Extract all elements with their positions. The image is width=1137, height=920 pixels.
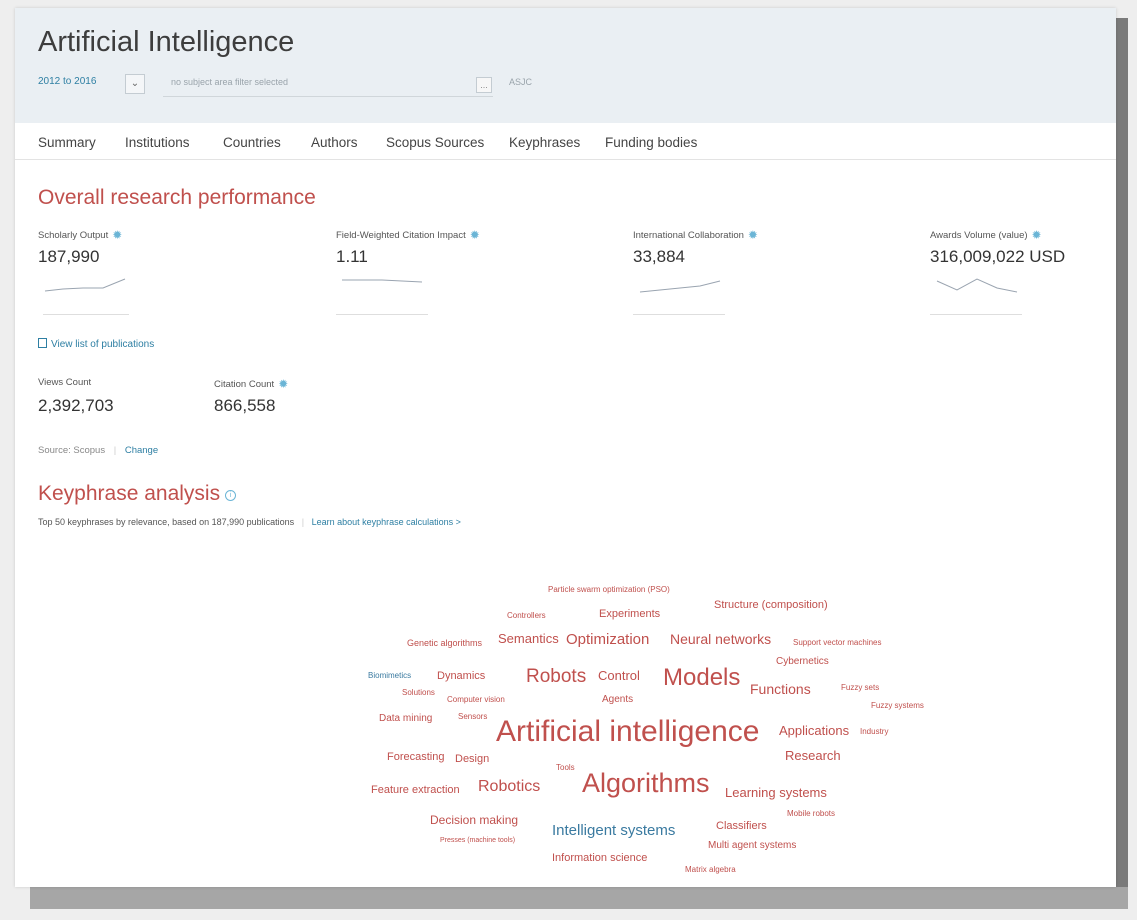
- keyphrase-word[interactable]: Algorithms: [582, 770, 710, 797]
- tab-authors[interactable]: Authors: [311, 135, 358, 150]
- sparkline-awards-volume: [936, 278, 1018, 293]
- keyphrase-word[interactable]: Classifiers: [716, 821, 767, 832]
- sparkline-divider: [633, 314, 725, 315]
- settings-gear-icon[interactable]: ✹: [278, 377, 288, 391]
- keyphrase-word[interactable]: Decision making: [430, 814, 518, 826]
- tab-summary[interactable]: Summary: [38, 135, 96, 150]
- tab-keyphrases[interactable]: Keyphrases: [509, 135, 580, 150]
- classification-label: ASJC: [509, 77, 533, 87]
- view-publications-link[interactable]: View list of publications: [38, 338, 154, 350]
- keyphrase-word[interactable]: Functions: [750, 682, 811, 696]
- info-icon[interactable]: i: [225, 490, 237, 501]
- metric-label-citation-count: Citation Count ✹: [214, 377, 289, 391]
- keyphrase-word[interactable]: Dynamics: [437, 671, 485, 682]
- keyphrase-word[interactable]: Tools: [556, 764, 575, 772]
- page-shadow-right: [1116, 18, 1128, 898]
- metric-value-citation-count: 866,558: [214, 396, 276, 415]
- keyphrase-word[interactable]: Particle swarm optimization (PSO): [548, 586, 670, 594]
- metric-value-international-collaboration: 33,884: [633, 247, 685, 266]
- metric-label-scholarly-output: Scholarly Output ✹: [38, 228, 123, 242]
- tab-scopus-sources[interactable]: Scopus Sources: [386, 135, 484, 150]
- page-card: Artificial Intelligence 2012 to 2016 ⌄ n…: [15, 8, 1116, 887]
- tab-bar: Summary Institutions Countries Authors S…: [15, 123, 1116, 160]
- keyphrase-word[interactable]: Presses (machine tools): [440, 837, 515, 844]
- keyphrase-word[interactable]: Forecasting: [387, 752, 444, 763]
- keyphrase-word[interactable]: Models: [663, 666, 740, 690]
- separator: |: [113, 445, 117, 456]
- keyphrase-word[interactable]: Artificial intelligence: [496, 717, 759, 747]
- keyphrase-word[interactable]: Fuzzy sets: [841, 684, 879, 692]
- keyphrase-word[interactable]: Multi agent systems: [708, 841, 796, 851]
- tab-institutions[interactable]: Institutions: [125, 135, 190, 150]
- metric-value-awards-volume: 316,009,022 USD: [930, 247, 1066, 266]
- keyphrase-word[interactable]: Agents: [602, 695, 633, 705]
- keyphrase-word[interactable]: Neural networks: [670, 632, 771, 646]
- keyphrase-word[interactable]: Semantics: [498, 632, 559, 645]
- keyphrase-word[interactable]: Structure (composition): [714, 600, 828, 611]
- keyphrase-word[interactable]: Robotics: [478, 779, 540, 795]
- keyphrase-word[interactable]: Sensors: [458, 713, 487, 721]
- source-row: Source: Scopus | Change: [38, 445, 158, 456]
- settings-gear-icon[interactable]: ✹: [748, 228, 758, 242]
- keyphrase-word[interactable]: Optimization: [566, 632, 649, 647]
- metric-label-fwci: Field-Weighted Citation Impact ✹: [336, 228, 480, 242]
- keyphrase-word[interactable]: Computer vision: [447, 696, 505, 704]
- sparkline-international-collaboration: [639, 280, 721, 293]
- page-title: Artificial Intelligence: [38, 26, 295, 58]
- sparkline-scholarly-output: [44, 278, 126, 292]
- settings-gear-icon[interactable]: ✹: [1032, 228, 1042, 242]
- keyphrase-word[interactable]: Feature extraction: [371, 785, 460, 796]
- keyphrase-word[interactable]: Mobile robots: [787, 810, 835, 818]
- sparkline-fwci: [342, 279, 423, 283]
- keyphrase-word[interactable]: Applications: [779, 724, 849, 737]
- metric-value-scholarly-output: 187,990: [38, 247, 100, 266]
- keyphrase-word[interactable]: Biomimetics: [368, 672, 411, 680]
- keyphrase-word[interactable]: Solutions: [402, 689, 435, 697]
- keyphrase-word[interactable]: Experiments: [599, 609, 660, 620]
- subject-filter-placeholder: no subject area filter selected: [171, 77, 289, 87]
- metric-value-views-count: 2,392,703: [38, 396, 114, 415]
- chevron-down-icon[interactable]: ⌄: [125, 74, 145, 94]
- tab-countries[interactable]: Countries: [223, 135, 281, 150]
- tab-funding-bodies[interactable]: Funding bodies: [605, 135, 697, 150]
- metric-label-international-collaboration: International Collaboration ✹: [633, 228, 758, 242]
- change-source-link[interactable]: Change: [125, 445, 158, 456]
- keyphrase-word[interactable]: Research: [785, 749, 841, 762]
- settings-gear-icon[interactable]: ✹: [112, 228, 122, 242]
- keyphrase-word[interactable]: Support vector machines: [793, 639, 882, 647]
- keyphrase-word[interactable]: Learning systems: [725, 786, 827, 799]
- keyphrase-word[interactable]: Design: [455, 754, 489, 765]
- subject-area-filter[interactable]: no subject area filter selected ...: [163, 74, 493, 97]
- keyphrase-word[interactable]: Data mining: [379, 714, 432, 724]
- sparkline-divider: [43, 314, 129, 315]
- metric-label-views-count: Views Count: [38, 377, 92, 388]
- subject-browse-button[interactable]: ...: [476, 77, 492, 93]
- keyphrase-word[interactable]: Controllers: [507, 612, 546, 620]
- keyphrase-word[interactable]: Genetic algorithms: [407, 639, 482, 648]
- keyphrase-word[interactable]: Information science: [552, 853, 647, 864]
- separator: |: [301, 517, 305, 527]
- keyphrase-word[interactable]: Industry: [860, 728, 888, 736]
- keyphrase-word[interactable]: Control: [598, 669, 640, 682]
- settings-gear-icon[interactable]: ✹: [470, 228, 480, 242]
- metric-label-awards-volume: Awards Volume (value) ✹: [930, 228, 1042, 242]
- source-label: Source: Scopus: [38, 445, 106, 456]
- keyphrase-word[interactable]: Fuzzy systems: [871, 702, 924, 710]
- learn-keyphrase-link[interactable]: Learn about keyphrase calculations >: [312, 517, 461, 527]
- page-shadow-bottom: [30, 887, 1128, 909]
- keyphrase-section-title: Keyphrase analysis i: [38, 482, 237, 506]
- keyphrase-word[interactable]: Matrix algebra: [685, 866, 736, 874]
- metric-value-fwci: 1.11: [336, 247, 368, 266]
- keyphrase-word[interactable]: Cybernetics: [776, 657, 829, 667]
- keyphrase-description-row: Top 50 keyphrases by relevance, based on…: [38, 517, 461, 527]
- date-range-selector[interactable]: 2012 to 2016: [38, 76, 96, 87]
- keyphrase-word[interactable]: Intelligent systems: [552, 823, 675, 838]
- document-icon: [38, 338, 47, 348]
- performance-section-title: Overall research performance: [38, 186, 316, 209]
- header-panel: Artificial Intelligence 2012 to 2016 ⌄ n…: [15, 8, 1116, 123]
- keyphrase-word[interactable]: Robots: [526, 667, 586, 686]
- sparkline-divider: [336, 314, 428, 315]
- sparkline-divider: [930, 314, 1022, 315]
- keyphrase-description: Top 50 keyphrases by relevance, based on…: [38, 517, 295, 527]
